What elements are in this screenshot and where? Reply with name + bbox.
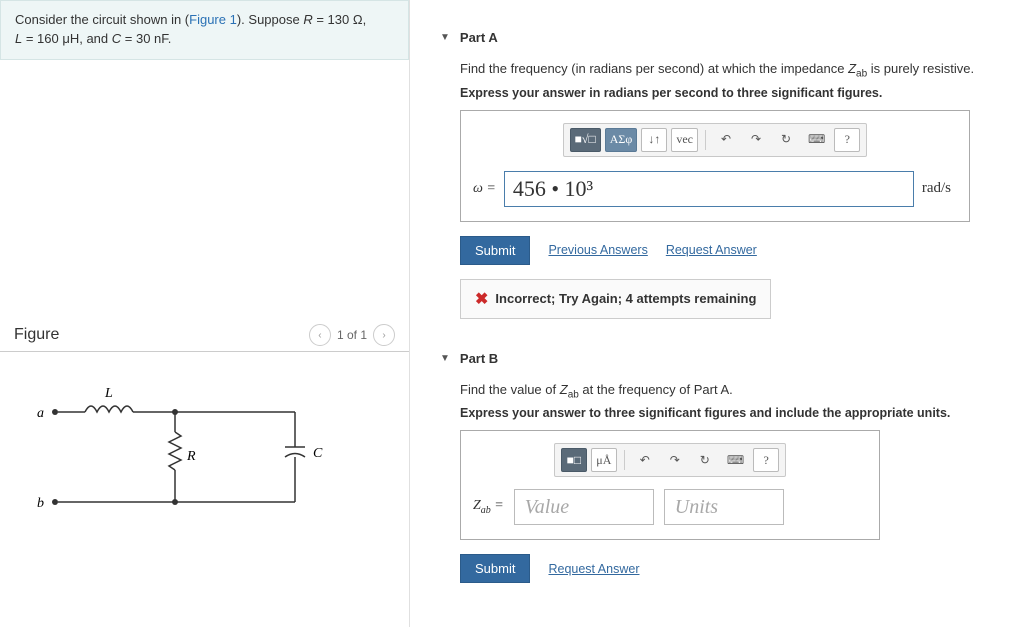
- svg-text:b: b: [37, 496, 44, 511]
- greek-button[interactable]: ΑΣφ: [605, 128, 638, 152]
- templates-button[interactable]: ■□: [561, 448, 587, 472]
- figure-pager: 1 of 1: [337, 328, 367, 342]
- part-a-answer-input[interactable]: [504, 171, 914, 207]
- part-b-prompt: Find the value of Zab at the frequency o…: [460, 380, 1024, 403]
- part-a-title: Part A: [460, 30, 498, 45]
- circuit-diagram: a L C R: [25, 382, 325, 532]
- svg-text:R: R: [186, 449, 196, 464]
- undo-button[interactable]: ↶: [713, 128, 739, 152]
- part-a-feedback: ✖ Incorrect; Try Again; 4 attempts remai…: [460, 279, 771, 319]
- zab-label: Zab =: [473, 498, 504, 516]
- part-a-answer-box: ■√□ ΑΣφ ↓↑ vec ↶ ↷ ↻ ⌨ ? ω = rad/s: [460, 110, 970, 222]
- units-button[interactable]: μÅ: [591, 448, 617, 472]
- problem-statement: Consider the circuit shown in (Figure 1)…: [0, 0, 409, 60]
- incorrect-icon: ✖: [475, 289, 488, 309]
- sort-button[interactable]: ↓↑: [641, 128, 667, 152]
- part-b-answer-box: ■□ μÅ ↶ ↷ ↻ ⌨ ? Zab = Value Units: [460, 430, 880, 540]
- keyboard-button[interactable]: ⌨: [722, 448, 749, 472]
- part-a-header[interactable]: ▼ Part A: [440, 30, 1024, 45]
- part-b-instruction: Express your answer to three significant…: [460, 406, 1024, 420]
- request-answer-link[interactable]: Request Answer: [666, 243, 757, 257]
- left-column: Consider the circuit shown in (Figure 1)…: [0, 0, 410, 627]
- part-b-input-row: Zab = Value Units: [461, 485, 879, 539]
- part-b-header[interactable]: ▼ Part B: [440, 351, 1024, 366]
- request-answer-link[interactable]: Request Answer: [548, 562, 639, 576]
- svg-text:L: L: [104, 386, 113, 401]
- part-b-units-input[interactable]: Units: [664, 489, 784, 525]
- figure-nav: ‹ 1 of 1 ›: [309, 324, 395, 346]
- collapse-icon: ▼: [440, 32, 450, 43]
- part-a-buttons: Submit Previous Answers Request Answer: [460, 236, 1024, 265]
- collapse-icon: ▼: [440, 353, 450, 364]
- redo-button[interactable]: ↷: [743, 128, 769, 152]
- omega-label: ω =: [473, 181, 496, 197]
- figure-prev-button[interactable]: ‹: [309, 324, 331, 346]
- part-a-submit-button[interactable]: Submit: [460, 236, 530, 265]
- svg-text:C: C: [313, 446, 323, 461]
- figure-link[interactable]: Figure 1: [189, 12, 237, 27]
- figure-title: Figure: [14, 326, 59, 344]
- figure-header: Figure ‹ 1 of 1 ›: [0, 320, 409, 352]
- help-button[interactable]: ?: [753, 448, 779, 472]
- part-a-instruction: Express your answer in radians per secon…: [460, 86, 1024, 100]
- part-b-title: Part B: [460, 351, 498, 366]
- part-a-toolbar: ■√□ ΑΣφ ↓↑ vec ↶ ↷ ↻ ⌨ ?: [563, 123, 868, 157]
- right-column: ▼ Part A Find the frequency (in radians …: [410, 0, 1024, 627]
- figure-body: a L C R: [0, 352, 409, 565]
- reset-button[interactable]: ↻: [773, 128, 799, 152]
- part-a-input-row: ω = rad/s: [461, 165, 969, 221]
- reset-button[interactable]: ↻: [692, 448, 718, 472]
- redo-button[interactable]: ↷: [662, 448, 688, 472]
- vec-button[interactable]: vec: [671, 128, 698, 152]
- undo-button[interactable]: ↶: [632, 448, 658, 472]
- part-b-submit-button[interactable]: Submit: [460, 554, 530, 583]
- svg-text:a: a: [37, 406, 44, 421]
- part-a-unit: rad/s: [922, 180, 957, 197]
- part-a-prompt: Find the frequency (in radians per secon…: [460, 59, 1024, 82]
- part-b-buttons: Submit Request Answer: [460, 554, 1024, 583]
- part-b-toolbar: ■□ μÅ ↶ ↷ ↻ ⌨ ?: [554, 443, 786, 477]
- templates-button[interactable]: ■√□: [570, 128, 601, 152]
- figure-next-button[interactable]: ›: [373, 324, 395, 346]
- part-b-value-input[interactable]: Value: [514, 489, 654, 525]
- keyboard-button[interactable]: ⌨: [803, 128, 830, 152]
- previous-answers-link[interactable]: Previous Answers: [548, 243, 647, 257]
- help-button[interactable]: ?: [834, 128, 860, 152]
